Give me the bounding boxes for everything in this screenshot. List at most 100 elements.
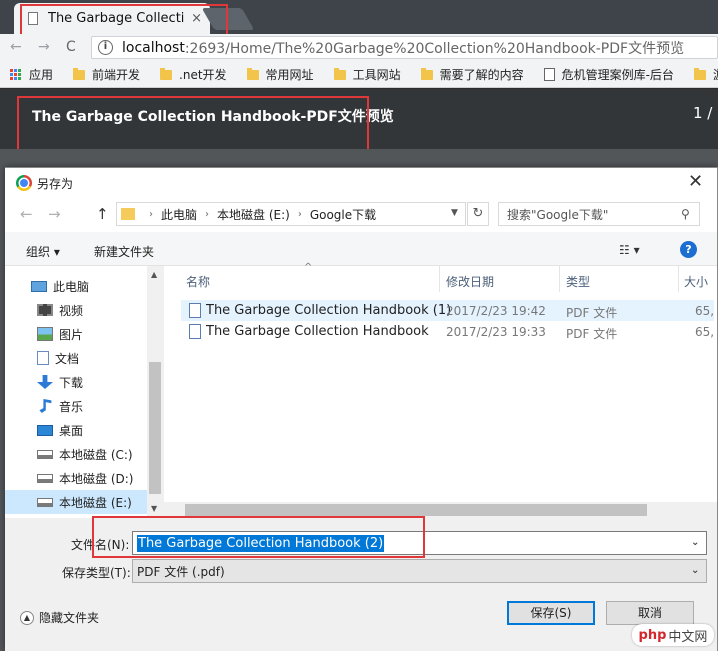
- hide-folders-toggle[interactable]: ▲ 隐藏文件夹: [20, 609, 99, 626]
- pdf-file-icon: [189, 303, 201, 318]
- breadcrumb-item[interactable]: Google下载: [310, 206, 376, 223]
- file-type: PDF 文件: [566, 306, 618, 320]
- nav-item[interactable]: 本地磁盘 (D:): [5, 466, 147, 490]
- nav-item[interactable]: 下载: [5, 370, 147, 394]
- bookmark-item[interactable]: 需要了解的内容: [420, 66, 524, 83]
- url-host: localhost: [122, 39, 185, 56]
- drive-icon: [37, 497, 53, 507]
- nav-item[interactable]: 视频: [5, 298, 147, 322]
- back-icon[interactable]: ←: [10, 39, 22, 55]
- chevron-down-icon[interactable]: ⌄: [691, 537, 699, 548]
- organize-button[interactable]: 组织 ▾: [26, 243, 60, 260]
- scroll-down-icon[interactable]: ▼: [151, 504, 157, 513]
- breadcrumb-separator-icon[interactable]: ›: [298, 209, 302, 220]
- url-path: :2693/Home/The%20Garbage%20Collection%20…: [184, 40, 685, 57]
- address-bar[interactable]: i localhost:2693/Home/The%20Garbage%20Co…: [91, 36, 718, 59]
- chevron-down-icon[interactable]: ⌄: [691, 565, 699, 576]
- nav-item-label: 文档: [55, 351, 80, 366]
- chevron-down-icon[interactable]: ▼: [451, 208, 458, 218]
- filename-highlight-box: [92, 516, 425, 558]
- apps-icon: [10, 68, 22, 81]
- dialog-titlebar: [5, 168, 717, 198]
- page-indicator: 1 /: [693, 104, 713, 122]
- nav-item[interactable]: 音乐: [5, 394, 147, 418]
- column-header-name[interactable]: 名称: [186, 273, 210, 290]
- search-input[interactable]: 搜索"Google下载" ⚲: [498, 202, 700, 226]
- nav-item[interactable]: 本地磁盘 (E:): [5, 490, 147, 514]
- bookmark-label: 工具网站: [352, 68, 401, 82]
- bookmark-item[interactable]: 前端开发: [73, 66, 140, 83]
- forward-icon[interactable]: →: [48, 205, 61, 223]
- bookmark-item[interactable]: 常用网址: [246, 66, 314, 83]
- bookmark-label: 应用: [29, 68, 54, 82]
- bookmark-item[interactable]: 工具网站: [333, 66, 401, 83]
- new-folder-button[interactable]: 新建文件夹: [94, 243, 154, 260]
- nav-item-label: 下载: [59, 375, 84, 390]
- file-row[interactable]: The Garbage Collection Handbook (1) 2017…: [181, 300, 714, 321]
- tab-highlight-box: [20, 4, 228, 36]
- column-header-type[interactable]: 类型: [566, 273, 590, 290]
- nav-item[interactable]: 此电脑: [5, 274, 147, 298]
- cancel-button[interactable]: 取消: [606, 601, 694, 625]
- computer-icon: [31, 280, 47, 292]
- file-type: PDF 文件: [566, 327, 618, 341]
- bookmark-item[interactable]: 游戏开发: [693, 66, 718, 83]
- nav-scroll-thumb[interactable]: [149, 362, 161, 494]
- watermark-brand: php: [638, 627, 667, 643]
- view-options-icon[interactable]: ☷ ▾: [619, 243, 640, 257]
- bookmark-item[interactable]: .net开发: [160, 66, 227, 83]
- column-header-size[interactable]: 大小: [684, 273, 708, 290]
- nav-item[interactable]: 文档: [5, 346, 147, 370]
- save-button[interactable]: 保存(S): [507, 601, 595, 625]
- refresh-icon[interactable]: ↻: [467, 202, 489, 226]
- column-header-date[interactable]: 修改日期: [446, 273, 494, 290]
- help-icon[interactable]: ?: [680, 241, 697, 258]
- watermark-logo: php 中文网: [632, 624, 714, 646]
- breadcrumb-separator-icon[interactable]: ›: [205, 209, 209, 220]
- bookmark-label: 需要了解的内容: [439, 68, 524, 82]
- nav-item[interactable]: 本地磁盘 (C:): [5, 442, 147, 466]
- filetype-select[interactable]: PDF 文件 (.pdf) ⌄: [132, 559, 707, 583]
- folder-icon: [333, 67, 346, 80]
- breadcrumb-separator-icon[interactable]: ›: [149, 209, 153, 220]
- info-icon[interactable]: i: [98, 40, 113, 55]
- nav-item[interactable]: 桌面: [5, 418, 147, 442]
- up-icon[interactable]: ↑: [96, 205, 109, 223]
- scroll-up-icon[interactable]: ▲: [151, 270, 157, 279]
- breadcrumb-item[interactable]: 此电脑: [161, 206, 197, 223]
- reload-icon[interactable]: C: [66, 39, 76, 55]
- file-name: The Garbage Collection Handbook (1): [206, 303, 452, 318]
- bookmark-item[interactable]: 危机管理案例库-后台: [543, 66, 674, 83]
- breadcrumb[interactable]: › 此电脑 › 本地磁盘 (E:) › Google下载 ▼: [116, 202, 466, 226]
- nav-item-label: 本地磁盘 (E:): [59, 495, 132, 510]
- bookmark-label: 前端开发: [92, 68, 141, 82]
- folder-icon: [246, 67, 259, 80]
- column-divider[interactable]: [678, 266, 679, 292]
- navigation-pane: 此电脑视频 图片文档下载音乐桌面 本地磁盘 (C:) 本地磁盘 (D:) 本地磁盘 (E…: [5, 266, 163, 518]
- bookmarks-bar: 应用 前端开发 .net开发 常用网址 工具网站 需要了解的内容 危机管理案例库-后台 游戏开…: [0, 62, 718, 88]
- nav-item-label: 音乐: [59, 399, 84, 414]
- search-placeholder: 搜索"Google下载": [507, 207, 609, 222]
- bookmark-label: 游戏开发: [713, 66, 718, 83]
- bookmark-label: 危机管理案例库-后台: [561, 68, 674, 82]
- breadcrumb-item[interactable]: 本地磁盘 (E:): [217, 206, 290, 223]
- back-icon[interactable]: ←: [20, 205, 33, 223]
- column-divider[interactable]: [439, 266, 440, 292]
- close-icon[interactable]: ✕: [688, 171, 703, 192]
- file-row[interactable]: The Garbage Collection Handbook 2017/2/2…: [181, 321, 714, 342]
- bookmark-label: .net开发: [179, 68, 227, 82]
- bookmark-item[interactable]: 应用: [10, 66, 53, 83]
- horizontal-scroll-thumb[interactable]: [185, 504, 647, 516]
- filetype-label: 保存类型(T):: [62, 566, 131, 580]
- forward-icon[interactable]: →: [38, 39, 50, 55]
- folder-icon: [160, 67, 173, 80]
- chevron-up-icon: ▲: [20, 610, 34, 625]
- nav-item[interactable]: 图片: [5, 322, 147, 346]
- drive-icon: [37, 473, 53, 483]
- document-icon: [37, 351, 49, 365]
- file-date: 2017/2/23 19:42: [446, 304, 546, 318]
- title-highlight-box: [17, 96, 369, 152]
- column-divider[interactable]: [559, 266, 560, 292]
- video-icon: [37, 304, 53, 316]
- nav-item-label: 此电脑: [53, 279, 90, 294]
